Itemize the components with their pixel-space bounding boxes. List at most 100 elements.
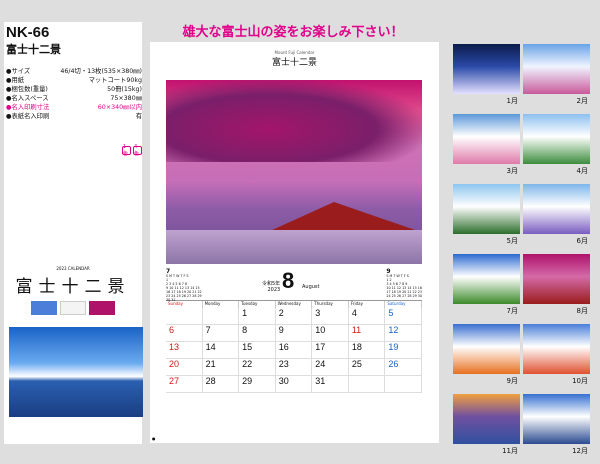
day-grid: Sunday Monday Tuesday Wednesday Thursday Frid… xyxy=(166,300,422,393)
day-cell: 9 xyxy=(275,325,313,342)
day-cell: 25 xyxy=(348,359,386,376)
cover-header: 2023 CALENDAR xyxy=(56,266,90,271)
calendar-top-title: 富士十二景 xyxy=(271,58,317,68)
day-cell: 31 xyxy=(312,376,349,393)
day-cell: 29 xyxy=(239,376,276,393)
day-cell: 23 xyxy=(275,359,313,376)
mini-month-row: 24 25 26 27 28 29 30 xyxy=(386,294,422,298)
month-thumbnail[interactable]: 1月 xyxy=(453,44,520,114)
month-thumbnail[interactable]: 12月 xyxy=(523,394,590,464)
month-thumbnail-photo xyxy=(453,394,520,444)
month-thumbnail[interactable]: 4月 xyxy=(523,114,590,184)
month-label: 3月 xyxy=(506,167,518,175)
day-cell: 6 xyxy=(166,325,203,342)
day-cell: 22 xyxy=(239,359,276,376)
product-name: 富士十二景 xyxy=(6,43,61,56)
day-cell: 17 xyxy=(312,342,349,359)
month-label: 1月 xyxy=(506,97,518,105)
day-cell: 15 xyxy=(239,342,276,359)
spec-row: ●名入スペース 75×380㎜ xyxy=(6,95,142,102)
day-cell: 8 xyxy=(239,325,276,342)
day-cell: 30 xyxy=(275,376,313,393)
month-name: August xyxy=(302,284,320,290)
calendar-sample: Mount Fuji Calendar 富士十二景 7S M T W T F S… xyxy=(150,42,439,443)
month-thumbnail[interactable]: 3月 xyxy=(453,114,520,184)
day-cell: 21 xyxy=(202,359,240,376)
spec-list: ●サイズ 46/4切・13枚(535×380㎜) ●用紙 マットコート90kg ●梱包数… xyxy=(6,67,142,121)
day-cell: 26 xyxy=(385,359,422,376)
month-thumbnail-photo xyxy=(523,114,590,164)
month-thumbnail[interactable]: 2月 xyxy=(523,44,590,114)
month-thumbnail[interactable]: 5月 xyxy=(453,184,520,254)
day-cell: 20 xyxy=(166,359,203,376)
month-thumbnails: 1月 2月 3月 4月 5月 6月 7月 8月 9月 10月 11月 12月 xyxy=(453,44,590,464)
month-label: 5月 xyxy=(506,237,518,245)
spec-row: ●用紙 マットコート90kg xyxy=(6,77,142,84)
month-thumbnail[interactable]: 9月 xyxy=(453,324,520,394)
next-month-mini: 9S M T W T F S 1 23 4 5 6 7 8 9 10 11 12 … xyxy=(386,269,422,299)
month-thumbnail-photo xyxy=(523,254,590,304)
month-label: 8月 xyxy=(576,307,588,315)
calendar-footer: ● xyxy=(152,436,156,441)
day-cell xyxy=(348,376,386,393)
day-cell: 10 xyxy=(312,325,349,342)
spec-row: ●表紙名入印刷有 xyxy=(6,113,142,120)
month-thumbnail-photo xyxy=(523,324,590,374)
day-cell: 13 xyxy=(166,342,203,359)
day-cell: 11 xyxy=(348,325,386,342)
year-label: 令和5年 2023 xyxy=(262,281,281,293)
product-code: NK-66 xyxy=(6,24,50,41)
print-badge: 4色 xyxy=(133,144,142,157)
day-cell: 28 xyxy=(202,376,240,393)
cover-title: 富士十二景 xyxy=(15,277,131,297)
day-cell: 16 xyxy=(275,342,313,359)
month-thumbnail[interactable]: 11月 xyxy=(453,394,520,464)
month-number: 8 xyxy=(282,268,295,293)
cover-thumbnail[interactable]: 2023 CALENDAR 富士十二景 xyxy=(4,263,143,418)
month-thumbnail[interactable]: 10月 xyxy=(523,324,590,394)
month-thumbnail[interactable]: 7月 xyxy=(453,254,520,324)
print-badge: 1色 xyxy=(122,144,131,157)
month-thumbnail-photo xyxy=(523,184,590,234)
month-thumbnail[interactable]: 8月 xyxy=(523,254,590,324)
prev-month-mini: 7S M T W T F S 12 3 4 5 6 7 89 10 11 12 … xyxy=(166,269,202,303)
day-cell: 14 xyxy=(202,342,240,359)
day-cell: 3 xyxy=(312,308,349,325)
month-thumbnail-photo xyxy=(523,44,590,94)
day-cell xyxy=(202,308,240,325)
month-thumbnail[interactable]: 6月 xyxy=(523,184,590,254)
weekday-header: Saturday xyxy=(385,301,422,308)
weekday-header: Friday xyxy=(349,301,386,308)
mini-month-row: 30 31 xyxy=(166,298,176,302)
weekday-header: Monday xyxy=(203,301,240,308)
month-thumbnail-photo xyxy=(453,254,520,304)
day-cell: 7 xyxy=(202,325,240,342)
month-thumbnail-photo xyxy=(453,184,520,234)
weekday-header: Thursday xyxy=(312,301,349,308)
day-cell: 4 xyxy=(348,308,386,325)
spec-row: ●サイズ 46/4切・13枚(535×380㎜) xyxy=(6,68,142,75)
cover-photo xyxy=(9,327,143,417)
day-cell: 19 xyxy=(385,342,422,359)
month-thumbnail-photo xyxy=(523,394,590,444)
day-cell xyxy=(166,308,203,325)
month-label: 6月 xyxy=(576,237,588,245)
day-cell: 24 xyxy=(312,359,349,376)
headline: 雄大な富士山の姿をお楽しみ下さい！ xyxy=(182,25,404,40)
spec-row: ●梱包数(重量) 50冊(15kg) xyxy=(6,86,142,93)
month-photo xyxy=(166,80,422,264)
month-label: 9月 xyxy=(506,377,518,385)
day-cell: 18 xyxy=(348,342,386,359)
month-thumbnail-photo xyxy=(453,324,520,374)
weekday-header: Tuesday xyxy=(239,301,276,308)
day-cell: 5 xyxy=(385,308,422,325)
month-label: 10月 xyxy=(572,377,588,385)
day-cell xyxy=(385,376,422,393)
calendar-grid-area: 7S M T W T F S 12 3 4 5 6 7 89 10 11 12 … xyxy=(166,268,422,393)
weekday-header: Sunday xyxy=(166,301,203,308)
day-cell: 12 xyxy=(385,325,422,342)
month-label: 4月 xyxy=(576,167,588,175)
month-thumbnail-photo xyxy=(453,114,520,164)
month-label: 2月 xyxy=(576,97,588,105)
print-badges: 1色 4色 xyxy=(122,144,142,157)
